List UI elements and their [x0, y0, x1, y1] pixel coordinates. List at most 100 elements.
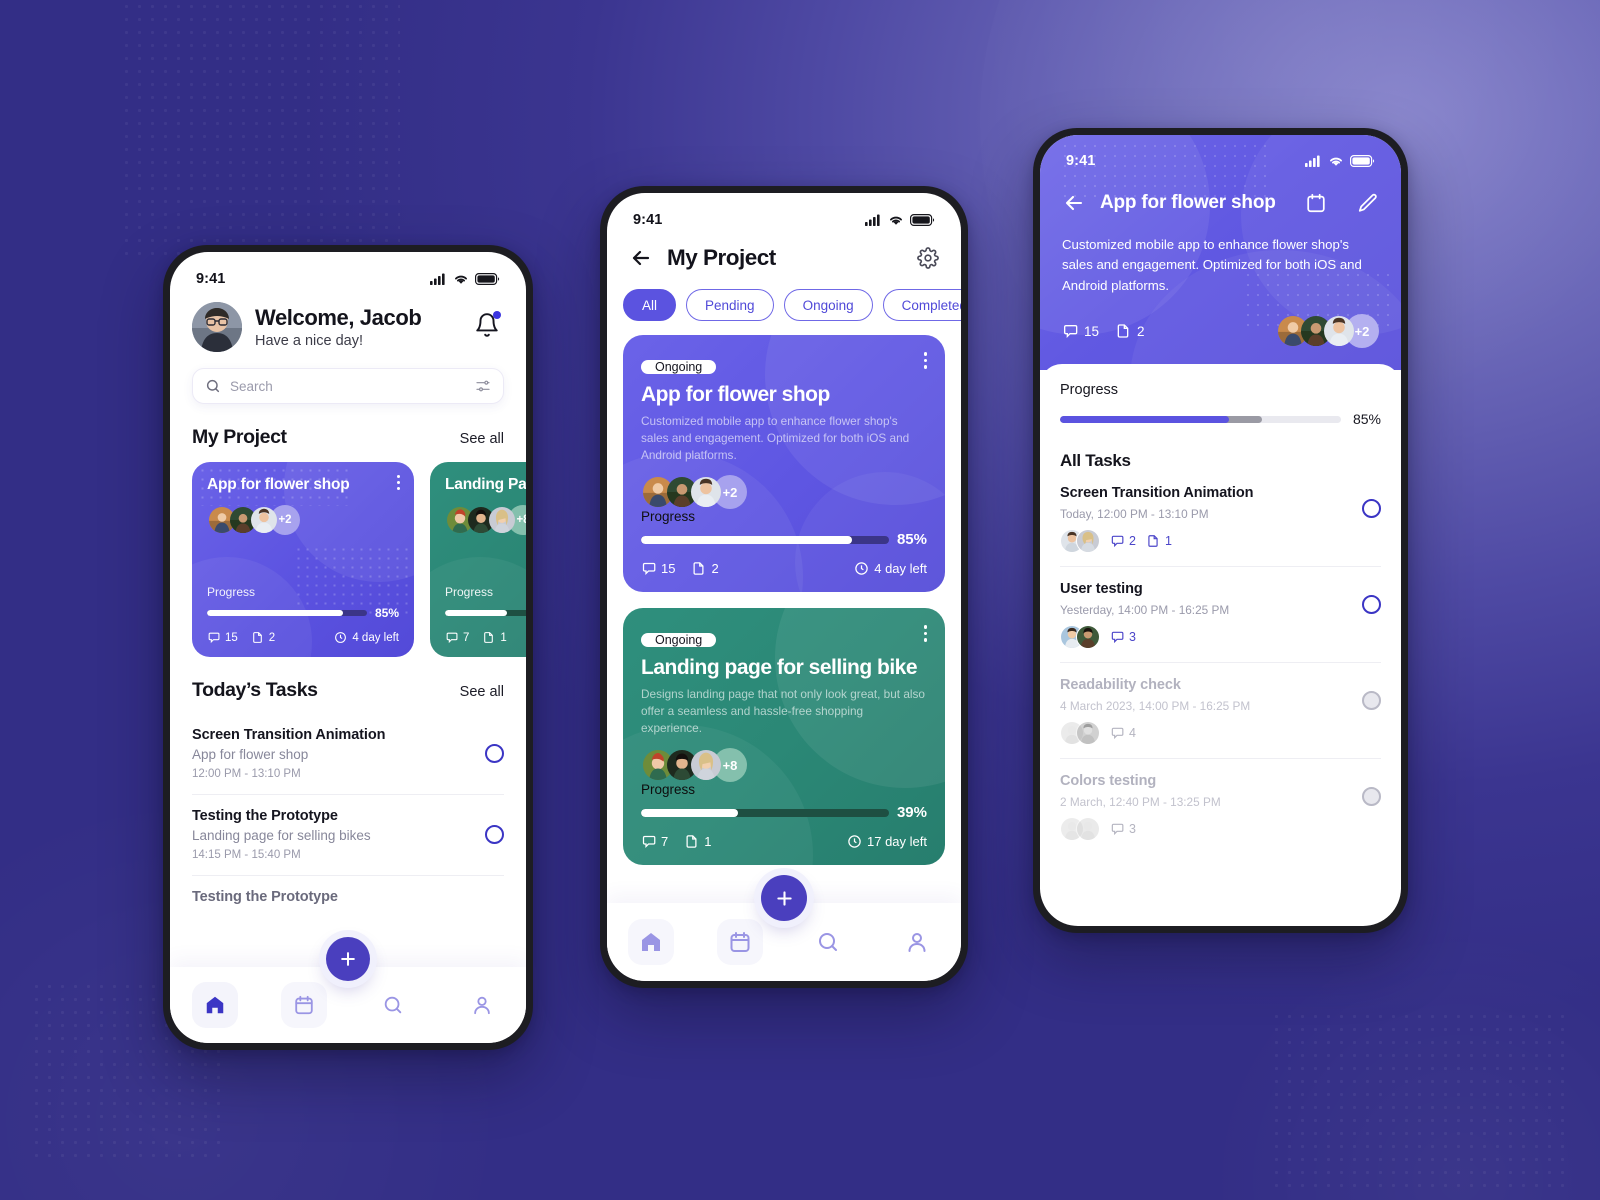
member-avatars[interactable]: +8 [641, 748, 927, 782]
welcome-subtitle: Have a nice day! [255, 333, 364, 350]
task-row[interactable]: Readability check 4 March 2023, 14:00 PM… [1060, 663, 1381, 760]
task-time: Today, 12:00 PM - 13:10 PM [1060, 507, 1209, 522]
comments-stat: 2 [1110, 534, 1136, 548]
task-avatars[interactable] [1060, 625, 1100, 650]
member-avatars[interactable]: +2 [1276, 314, 1379, 349]
calendar-icon[interactable] [1305, 192, 1327, 214]
task-list: Screen Transition Animation App for flow… [170, 714, 526, 919]
sidebar-item-profile[interactable] [459, 982, 505, 1028]
task-checkbox[interactable] [485, 825, 504, 844]
files-stat: 1 [482, 631, 507, 644]
avatar [487, 505, 517, 535]
member-avatars[interactable]: +2 [641, 475, 927, 509]
task-name: Screen Transition Animation [192, 727, 386, 743]
project-card-carousel[interactable]: App for flower shop +2 Progress 85% 15 2… [170, 462, 526, 657]
card-menu-icon[interactable] [923, 625, 927, 642]
task-row[interactable]: Screen Transition Animation Today, 12:00… [1060, 471, 1381, 568]
sidebar-item-search[interactable] [370, 982, 416, 1028]
member-avatars[interactable]: +8 [445, 505, 526, 535]
task-time: 4 March 2023, 14:00 PM - 16:25 PM [1060, 699, 1251, 714]
task-row[interactable]: Testing the Prototype Landing page for s… [192, 795, 504, 876]
avatar [249, 505, 279, 535]
gear-icon[interactable] [917, 247, 939, 269]
sidebar-item-search[interactable] [805, 919, 851, 965]
file-icon [1117, 324, 1129, 339]
task-avatars[interactable] [1060, 529, 1100, 554]
member-avatars[interactable]: +2 [207, 505, 399, 535]
project-card[interactable]: Ongoing App for flower shop Customized m… [623, 335, 945, 592]
tab-pending[interactable]: Pending [686, 289, 774, 321]
task-name: User testing [1060, 581, 1143, 598]
status-time: 9:41 [633, 212, 663, 228]
progress-label: Progress [445, 585, 494, 599]
sidebar-item-profile[interactable] [894, 919, 940, 965]
search-input[interactable]: Search [192, 368, 504, 404]
tab-all[interactable]: All [623, 289, 677, 321]
file-icon [252, 632, 262, 643]
comments-stat: 15 [1062, 323, 1099, 339]
sidebar-item-home[interactable] [191, 982, 238, 1028]
comment-icon [1111, 536, 1124, 548]
task-row[interactable]: User testing Yesterday, 14:00 PM - 16:25… [1060, 567, 1381, 664]
status-icons [1305, 155, 1375, 167]
task-row[interactable]: Testing the Prototype [192, 876, 504, 919]
avatar[interactable] [192, 302, 242, 352]
task-avatars[interactable] [1060, 817, 1100, 842]
task-name: Readability check [1060, 677, 1181, 694]
sidebar-item-calendar[interactable] [716, 919, 763, 965]
notification-button[interactable] [470, 308, 504, 347]
progress-track [641, 535, 889, 544]
task-avatars[interactable] [1060, 721, 1100, 746]
calendar-icon [730, 932, 750, 952]
progress-row: 85% [641, 531, 927, 548]
progress-row: 39% [641, 804, 927, 821]
search-icon [384, 996, 401, 1014]
page-header: My Project [607, 233, 961, 271]
sidebar-item-calendar[interactable] [280, 982, 327, 1028]
task-checkbox[interactable] [1362, 691, 1381, 711]
comment-icon [446, 632, 458, 644]
progress-fill [207, 610, 343, 616]
home-icon [206, 996, 223, 1014]
phone3-screen: 9:41 App for flower shop Customized mobi… [1040, 135, 1401, 926]
project-stats: 15 2 +2 [1040, 296, 1401, 349]
progress-label: Progress [641, 509, 696, 524]
task-checkbox[interactable] [1362, 499, 1381, 519]
task-project: Landing page for selling bikes [192, 828, 371, 843]
status-bar: 9:41 [1040, 135, 1401, 175]
files-stat: 2 [251, 631, 275, 644]
add-button[interactable] [761, 875, 807, 921]
files-stat: 2 [691, 561, 719, 576]
task-checkbox[interactable] [485, 744, 504, 763]
wifi-icon [890, 216, 902, 225]
back-arrow-icon[interactable] [629, 246, 653, 270]
card-menu-icon[interactable] [923, 352, 927, 369]
back-arrow-icon[interactable] [1062, 191, 1086, 215]
detail-nav: App for flower shop [1040, 175, 1401, 215]
signal-icon [1305, 155, 1320, 167]
comments-stat: 7 [641, 834, 668, 849]
project-card[interactable]: App for flower shop +2 Progress 85% 15 2… [192, 462, 414, 657]
filter-chips[interactable]: All Pending Ongoing Completed [607, 289, 961, 321]
task-checkbox[interactable] [1362, 787, 1381, 807]
project-card[interactable]: Landing Page for selling bike +8 Progres… [430, 462, 526, 657]
status-time: 9:41 [1066, 153, 1096, 169]
add-button[interactable] [326, 937, 370, 981]
project-title: App for flower shop [207, 476, 350, 493]
task-checkbox[interactable] [1362, 595, 1381, 615]
tab-ongoing[interactable]: Ongoing [783, 289, 873, 321]
tab-completed[interactable]: Completed [882, 289, 961, 321]
sidebar-item-home[interactable] [628, 919, 675, 965]
task-meta: 4 [1060, 721, 1352, 746]
see-all-link[interactable]: See all [460, 684, 504, 700]
file-icon [693, 562, 704, 575]
task-row[interactable]: Screen Transition Animation App for flow… [192, 714, 504, 795]
project-card[interactable]: Ongoing Landing page for selling bike De… [623, 608, 945, 865]
pencil-icon[interactable] [1357, 192, 1379, 214]
avatar [1076, 625, 1100, 650]
see-all-link[interactable]: See all [460, 431, 504, 447]
task-name: Testing the Prototype [192, 889, 338, 905]
detail-sheet: Progress 85% All Tasks Screen Transition… [1040, 364, 1401, 855]
task-row[interactable]: Colors testing 2 March, 12:40 PM - 13:25… [1060, 759, 1381, 854]
phone2-screen: 9:41 My Project All Pending Ongoing Comp… [607, 193, 961, 981]
